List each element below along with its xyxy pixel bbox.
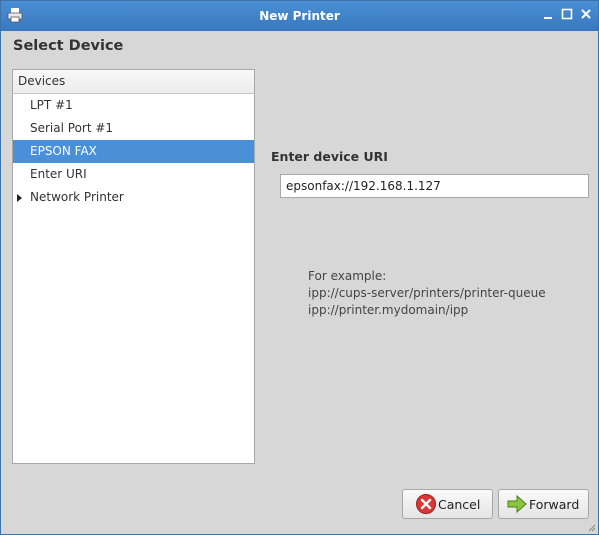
expander-arrow-icon[interactable] [17,194,22,202]
printer-icon [7,8,23,23]
window-title: New Printer [259,9,340,23]
cancel-button-label: Cancel [438,496,481,512]
example-uri-1: ipp://cups-server/printers/printer-queue [308,286,546,300]
uri-example-text: For example: ipp://cups-server/printers/… [308,268,546,319]
forward-button-label: Forward [529,496,580,512]
device-item-lpt1[interactable]: LPT #1 [13,94,254,117]
device-item-label: Serial Port #1 [30,121,114,135]
resize-grip-icon[interactable] [586,522,596,532]
page-title: Select Device [13,38,124,54]
cancel-button[interactable]: Cancel [402,489,493,519]
device-item-serial-port1[interactable]: Serial Port #1 [13,117,254,140]
device-uri-input[interactable] [280,174,589,198]
device-item-epson-fax[interactable]: EPSON FAX [13,140,254,163]
device-uri-label: Enter device URI [271,149,388,164]
example-uri-2: ipp://printer.mydomain/ipp [308,303,469,317]
device-item-label: LPT #1 [30,98,73,112]
device-item-enter-uri[interactable]: Enter URI [13,163,254,186]
minimize-icon[interactable] [542,8,554,20]
maximize-icon[interactable] [561,8,573,20]
devices-column-header[interactable]: Devices [13,70,254,94]
devices-list: Devices LPT #1 Serial Port #1 EPSON FAX … [12,69,255,464]
forward-button[interactable]: Forward [498,489,589,519]
device-item-network-printer[interactable]: Network Printer [13,186,254,209]
close-icon[interactable] [580,8,592,20]
device-item-label: Network Printer [30,190,124,204]
example-heading: For example: [308,269,387,283]
device-item-label: Enter URI [30,167,87,181]
forward-arrow-icon [507,494,527,514]
device-item-label: EPSON FAX [30,144,97,158]
titlebar: New Printer [1,1,598,31]
cancel-icon [416,494,436,514]
new-printer-dialog: New Printer Select Device Devices LPT #1… [0,0,599,535]
window-controls [542,8,592,20]
